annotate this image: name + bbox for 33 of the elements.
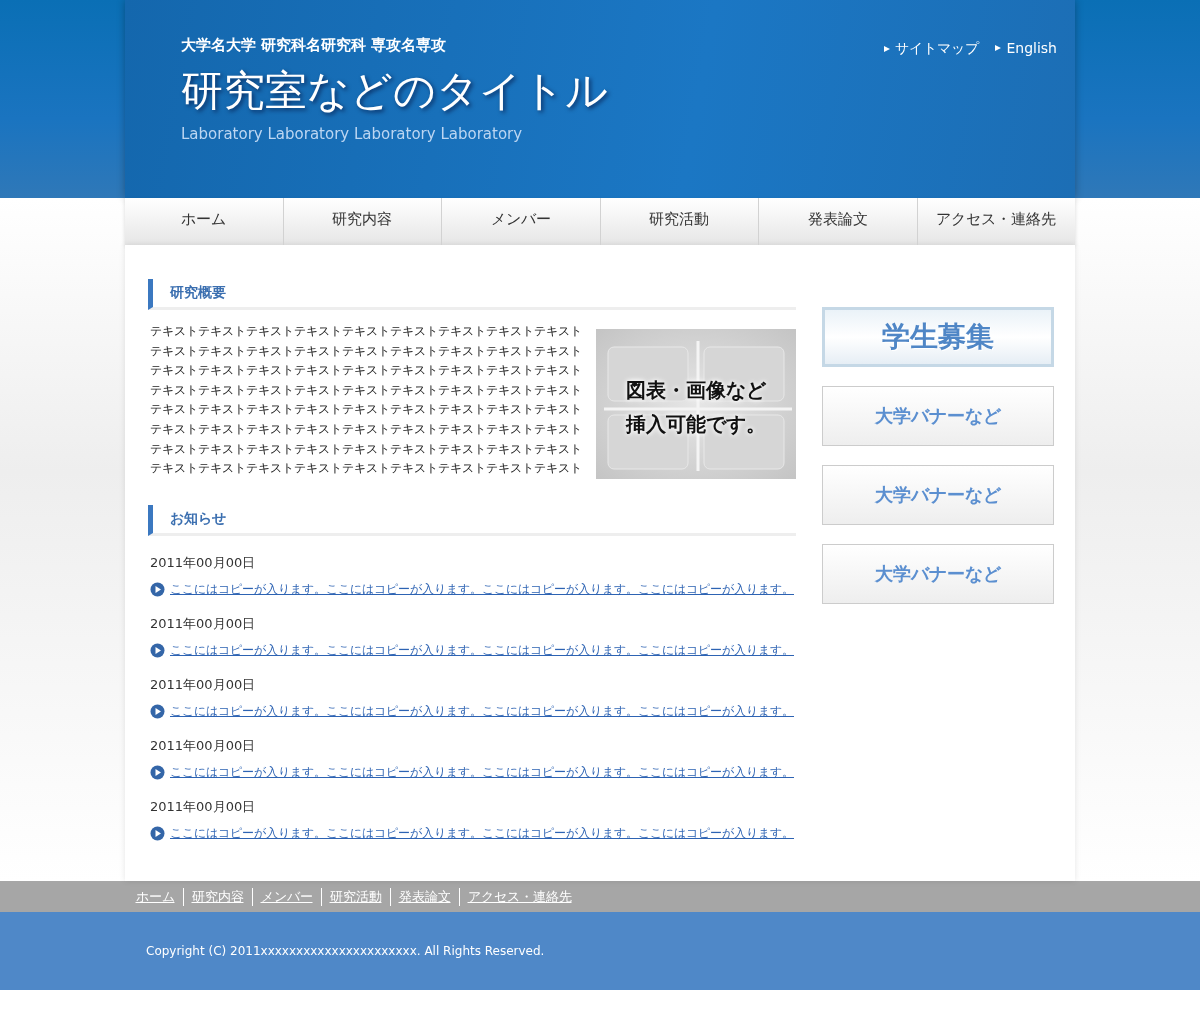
figure-caption: 図表・画像など bbox=[626, 377, 766, 404]
play-bullet-icon bbox=[150, 582, 165, 597]
news-date: 2011年00月00日 bbox=[150, 798, 257, 816]
news-link[interactable]: ここにはコピーが入ります。ここにはコピーが入ります。ここにはコピーが入ります。ここにはコピーが入ります。 bbox=[170, 826, 794, 841]
play-bullet-icon bbox=[150, 704, 165, 719]
news-date: 2011年00月00日 bbox=[150, 554, 257, 572]
play-bullet-icon bbox=[150, 765, 165, 780]
play-bullet-icon bbox=[150, 826, 165, 841]
news-date: 2011年00月00日 bbox=[150, 676, 257, 694]
banner-link[interactable]: 大学バナーなど bbox=[822, 465, 1054, 525]
section-heading: お知らせ bbox=[148, 505, 796, 536]
overview-text: テキストテキストテキストテキストテキストテキストテキストテキストテキスト テキストテキストテキストテキストテキストテキストテキストテキストテキスト テキストテキストテキストテキストテキストテキストテキストテキストテキスト テキストテキストテキストテキストテキストテキストテキストテキストテキスト テキストテキストテキストテキストテキストテキストテキストテキストテキスト テキストテキストテキストテキストテキストテキストテキストテキストテキスト テキストテキストテキストテキストテキストテキストテキストテキストテキスト テキストテキストテキストテキストテキストテキストテキストテキストテキスト bbox=[149, 323, 582, 478]
news-date: 2011年00月00日 bbox=[150, 737, 257, 755]
triangle-icon bbox=[884, 46, 891, 52]
play-bullet-icon bbox=[150, 643, 165, 658]
section-heading: 研究概要 bbox=[148, 279, 796, 310]
news-link[interactable]: ここにはコピーが入ります。ここにはコピーが入ります。ここにはコピーが入ります。ここにはコピーが入ります。 bbox=[170, 582, 794, 597]
university-name: 大学名大学 研究科名研究科 専攻名専攻 bbox=[181, 36, 448, 55]
header-link[interactable]: サイトマップ bbox=[884, 40, 980, 58]
news-date: 2011年00月00日 bbox=[150, 615, 257, 633]
banner-link[interactable]: 大学バナーなど bbox=[822, 386, 1054, 446]
news-link[interactable]: ここにはコピーが入ります。ここにはコピーが入ります。ここにはコピーが入ります。ここにはコピーが入ります。 bbox=[170, 765, 794, 780]
site-subtitle: Laboratory Laboratory Laboratory Laboratory bbox=[181, 125, 524, 143]
site-title: 研究室などのタイトル bbox=[181, 65, 608, 117]
header-link[interactable]: English bbox=[995, 40, 1057, 56]
copyright: Copyright (C) 2011xxxxxxxxxxxxxxxxxxxxxx. All Rights Reserved. bbox=[145, 943, 546, 958]
banner-link[interactable]: 学生募集 bbox=[822, 307, 1054, 367]
triangle-icon bbox=[995, 45, 1002, 51]
banner-link[interactable]: 大学バナーなど bbox=[822, 544, 1054, 604]
figure-caption: 挿入可能です。 bbox=[626, 411, 766, 438]
nav-tab[interactable]: ホーム bbox=[125, 198, 283, 245]
news-link[interactable]: ここにはコピーが入ります。ここにはコピーが入ります。ここにはコピーが入ります。ここにはコピーが入ります。 bbox=[170, 704, 794, 719]
news-link[interactable]: ここにはコピーが入ります。ここにはコピーが入ります。ここにはコピーが入ります。ここにはコピーが入ります。 bbox=[170, 643, 794, 658]
